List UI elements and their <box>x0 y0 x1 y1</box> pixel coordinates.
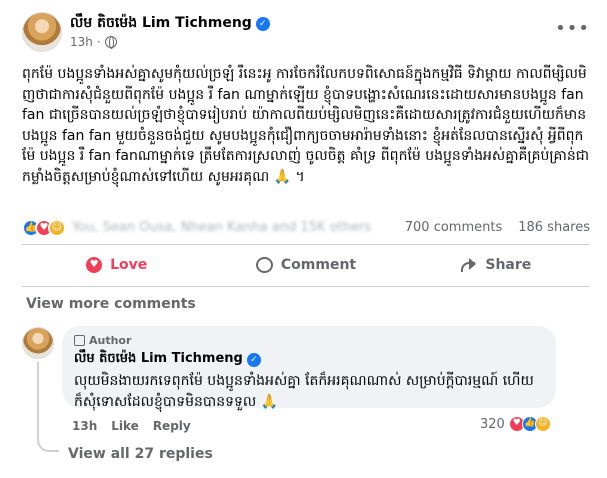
comment-reactions[interactable]: 320 ♥ 👍 ☺ <box>480 416 551 432</box>
commenter-avatar[interactable] <box>22 327 54 359</box>
comment-author-line: លឹម តិចម៉េង Lim Tichmeng ✓ <box>74 350 544 369</box>
post-meta: 13h · <box>70 35 117 49</box>
comment-author-name[interactable]: លឹម តិចម៉េង Lim Tichmeng <box>74 350 243 369</box>
comment-like-button[interactable]: Like <box>111 419 139 433</box>
divider-bottom <box>22 286 590 287</box>
reaction-icons[interactable]: 👍 ♥ ☺ <box>22 219 66 237</box>
share-label: Share <box>485 257 532 273</box>
share-icon <box>459 258 477 272</box>
post-header: លឹម តិចម៉េង Lim Tichmeng ✓ 13h · ••• <box>22 12 590 60</box>
post-author-line: លឹម តិចម៉េង Lim Tichmeng ✓ <box>70 13 270 34</box>
comment-reply-button[interactable]: Reply <box>153 419 191 433</box>
post-body: ពុកម៉ែ បងប្អូនទាំងអស់គ្នាសូមកុំយល់ច្រឡំ … <box>22 66 590 185</box>
love-label: Love <box>110 257 148 273</box>
more-icon[interactable]: ••• <box>555 20 590 38</box>
author-badge-icon <box>74 335 85 346</box>
comment-button[interactable]: Comment <box>211 248 400 282</box>
comment-timestamp[interactable]: 13h <box>72 419 97 433</box>
divider-top <box>22 244 590 245</box>
heart-icon: ♥ <box>86 257 103 273</box>
comment-reaction-count: 320 <box>480 416 505 432</box>
view-more-comments-link[interactable]: View more comments <box>26 296 196 312</box>
author-badge: Author <box>74 334 544 347</box>
comment-bubble: Author លឹម តិចម៉េង Lim Tichmeng ✓ លុយមិន… <box>62 326 556 410</box>
reaction-names[interactable]: You, Sean Ousa, Nhean Kanha and 15K othe… <box>72 220 371 235</box>
love-button[interactable]: ♥ Love <box>22 248 211 282</box>
care-reaction-icon: ☺ <box>534 416 551 432</box>
post-timestamp[interactable]: 13h <box>70 35 93 49</box>
action-bar: ♥ Love Comment Share <box>22 248 590 282</box>
globe-icon <box>104 36 117 49</box>
author-avatar[interactable] <box>22 12 62 52</box>
reactions-row: 👍 ♥ ☺ You, Sean Ousa, Nhean Kanha and 15… <box>22 217 590 239</box>
comment-icon <box>255 257 273 273</box>
verified-icon: ✓ <box>246 352 261 367</box>
comment-text: លុយមិនងាយរកទេពុកម៉ែ បងប្អូនទាំងអស់គ្នា ត… <box>74 373 534 410</box>
comments-count[interactable]: 700 comments <box>405 220 502 235</box>
author-badge-label: Author <box>89 334 132 347</box>
post-author-name[interactable]: លឹម តិចម៉េង Lim Tichmeng <box>70 13 252 34</box>
view-all-replies-link[interactable]: View all 27 replies <box>68 446 213 462</box>
comment-label: Comment <box>280 257 357 273</box>
verified-icon: ✓ <box>255 16 270 31</box>
care-reaction-icon: ☺ <box>48 219 66 237</box>
comment-actions: 13h Like Reply <box>72 419 191 433</box>
reply-thread-line <box>37 362 59 452</box>
shares-count[interactable]: 186 shares <box>518 220 590 235</box>
engagement-counts: 700 comments 186 shares <box>405 220 590 235</box>
share-button[interactable]: Share <box>401 248 590 282</box>
